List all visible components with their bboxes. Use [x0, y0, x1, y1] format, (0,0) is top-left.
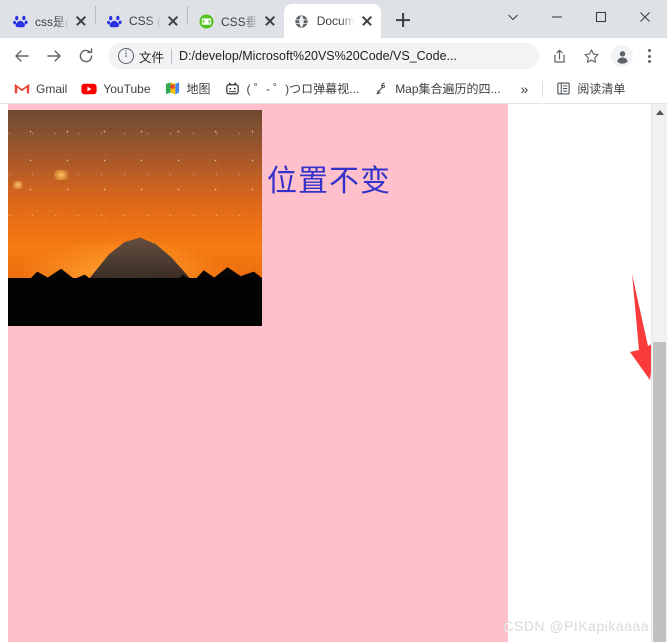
reading-list-icon	[555, 81, 571, 97]
csdn-watermark: CSDN @PIKapikaaaa	[503, 618, 649, 634]
baidu-paw-icon	[12, 13, 28, 29]
sunset-mountain-photo	[8, 110, 262, 326]
reading-list-button[interactable]: 阅读清单	[549, 78, 631, 100]
menu-dot	[647, 49, 651, 53]
omnibox-url-text: D:/develop/Microsoft%20VS%20Code/VS_Code…	[179, 49, 457, 63]
tab-search-chevron-down-icon[interactable]	[491, 0, 535, 34]
tab-title: Docum	[316, 14, 355, 28]
menu-dot	[647, 59, 651, 63]
tab-close-icon[interactable]	[359, 13, 375, 29]
page-viewport: 位置不变 CSDN @PIKapikaaaa	[0, 104, 667, 642]
forward-arrow-icon[interactable]	[40, 42, 68, 70]
pink-container-block: 位置不变	[8, 104, 508, 642]
bookmark-star-icon[interactable]	[577, 42, 605, 70]
tab-close-icon[interactable]	[262, 13, 278, 29]
back-arrow-icon[interactable]	[8, 42, 36, 70]
tab-title: CSS (	[129, 14, 162, 28]
maps-icon	[165, 81, 181, 97]
tab-css-2[interactable]: CSS (	[96, 4, 187, 38]
bookmark-label: Map集合遍历的四...	[395, 82, 501, 96]
bookmark-bilibili[interactable]: ( ゜- ゜)つロ弹幕视...	[219, 78, 366, 100]
address-bar[interactable]: 文件 D:/develop/Microsoft%20VS%20Code/VS_C…	[108, 43, 539, 69]
share-icon[interactable]	[545, 42, 573, 70]
close-icon[interactable]	[623, 0, 667, 34]
tab-title: css是(	[35, 14, 69, 29]
tab-title: CSS垂	[221, 14, 258, 29]
vertical-scrollbar[interactable]	[651, 104, 667, 642]
page-heading-text: 位置不变	[267, 164, 391, 199]
tab-list: css是( CSS (CSS垂 Docum	[0, 0, 417, 38]
bookmark-label: YouTube	[103, 81, 151, 96]
photo-grain-overlay	[8, 110, 262, 326]
omnibox-scheme-label: 文件	[139, 50, 165, 65]
baidu-paw-icon	[106, 13, 122, 29]
scroll-up-arrow[interactable]	[652, 104, 667, 120]
reload-icon[interactable]	[72, 42, 100, 70]
three-dot-menu-icon[interactable]	[637, 42, 661, 70]
bookmark-label: Gmail	[36, 81, 68, 96]
scroll-thumb[interactable]	[653, 342, 666, 642]
tab-close-icon[interactable]	[165, 13, 181, 29]
maximize-icon[interactable]	[579, 0, 623, 34]
bookmarks-separator	[542, 80, 544, 97]
bookmark-map-collection[interactable]: Map集合遍历的四...	[367, 78, 506, 100]
reading-list-label: 阅读清单	[577, 82, 626, 96]
tab-strip: css是( CSS (CSS垂 Docum	[0, 0, 667, 38]
csdn-green-icon	[198, 13, 214, 29]
bookmarks-bar: Gmail YouTube 地图 (゜- ゜)つロ弹幕视... Map集合遍历…	[0, 74, 667, 104]
browser-window: css是( CSS (CSS垂 Docum i 文件 D:/develop/M…	[0, 0, 667, 642]
globe-icon	[294, 13, 310, 29]
omnibox-divider	[171, 48, 173, 64]
info-circle-icon[interactable]	[118, 48, 134, 64]
new-tab-button[interactable]	[389, 6, 417, 34]
bookmark-label: 地图	[186, 82, 211, 96]
gmail-icon	[14, 81, 30, 97]
bookmark-youtube[interactable]: YouTube	[75, 78, 156, 100]
bilibili-icon	[225, 81, 241, 97]
bookmarks-overflow-button[interactable]: »	[513, 81, 537, 97]
pen-icon	[373, 81, 389, 97]
tab-css-3[interactable]: CSS垂	[188, 4, 284, 38]
tab-css-1[interactable]: css是(	[2, 4, 95, 38]
bookmark-gmail[interactable]: Gmail	[8, 78, 73, 100]
profile-avatar-icon[interactable]	[611, 45, 633, 67]
window-controls	[491, 0, 667, 34]
tab-close-icon[interactable]	[73, 13, 89, 29]
bookmark-label: ( ゜- ゜)つロ弹幕视...	[246, 82, 360, 96]
tab-document-active[interactable]: Docum	[283, 4, 381, 38]
menu-dot	[647, 54, 651, 58]
bookmark-maps[interactable]: 地图	[159, 78, 217, 100]
minimize-icon[interactable]	[535, 0, 579, 34]
youtube-icon	[81, 81, 97, 97]
browser-toolbar: 文件 D:/develop/Microsoft%20VS%20Code/VS_C…	[0, 38, 667, 74]
